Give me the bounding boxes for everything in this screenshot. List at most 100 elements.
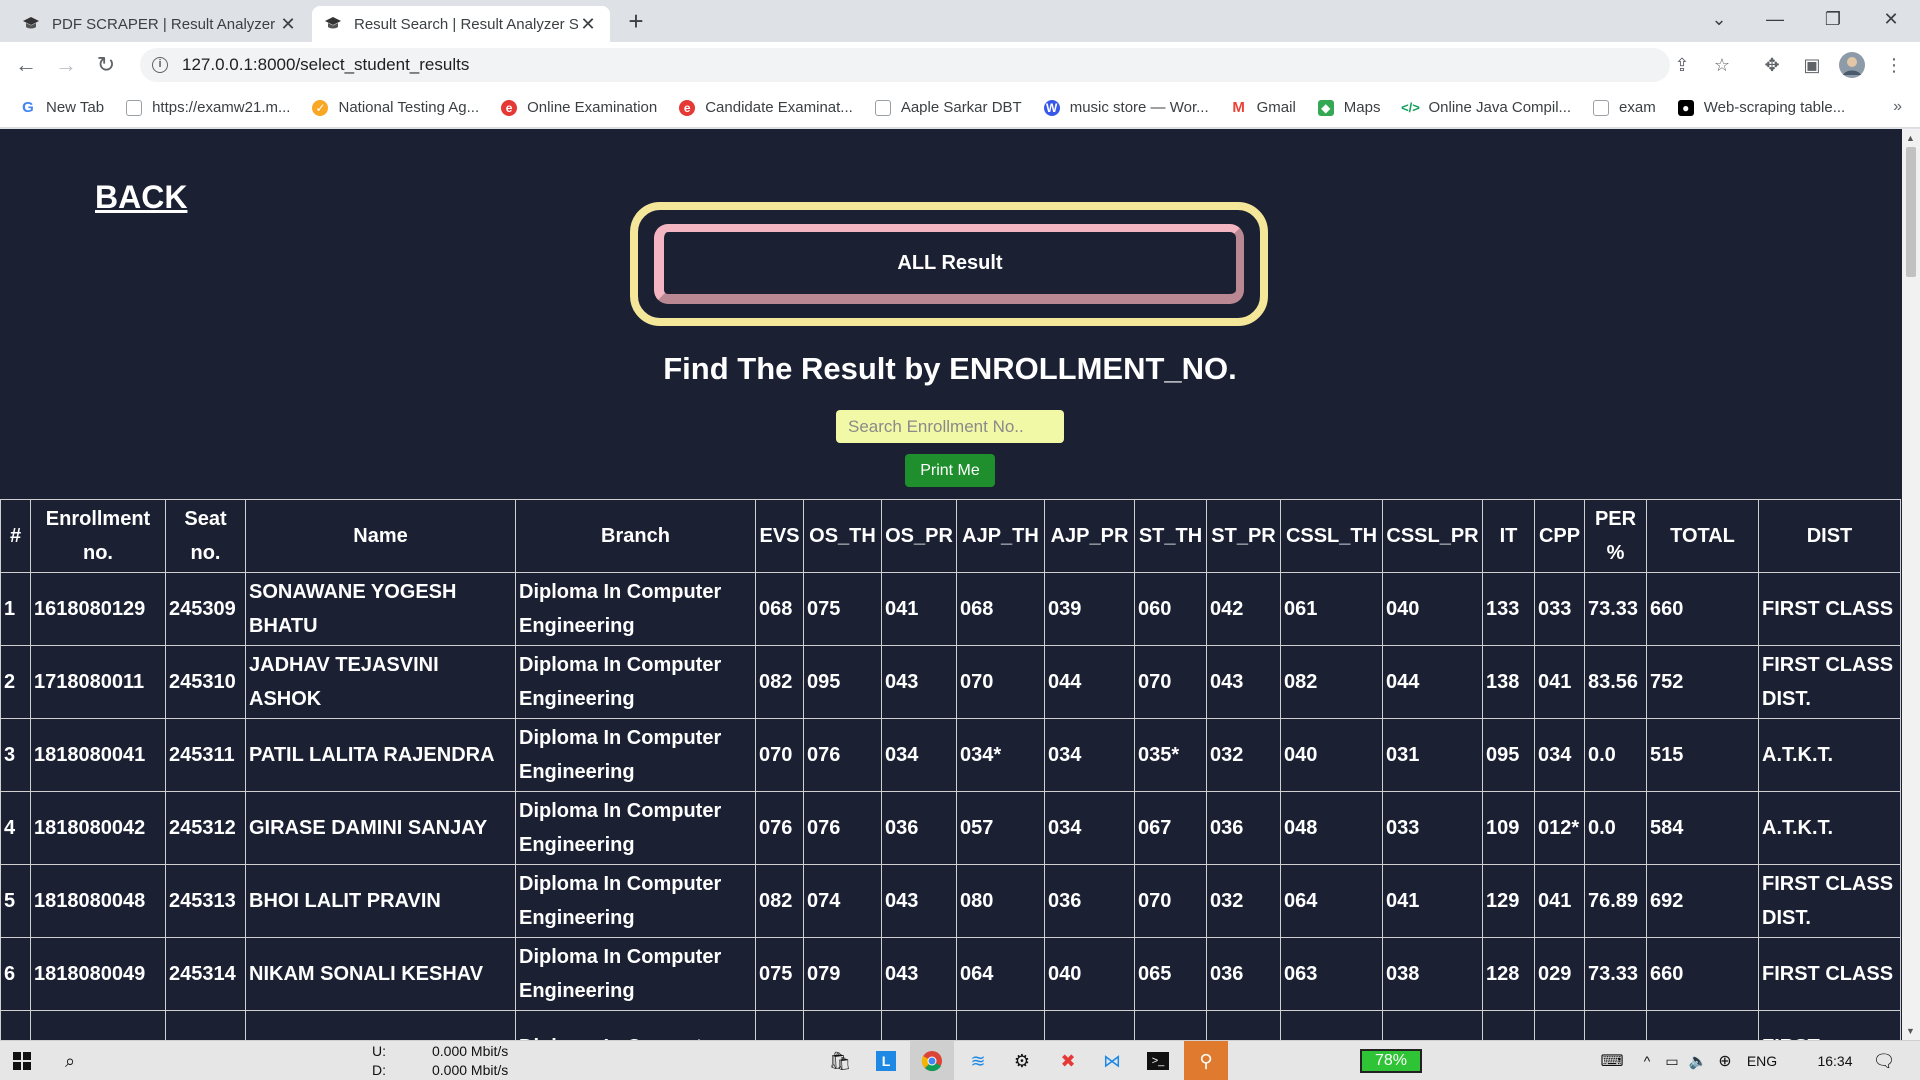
cell-dist: A.T.K.T. xyxy=(1758,791,1901,865)
scrollbar-thumb[interactable] xyxy=(1906,147,1916,277)
net-down-label: D: xyxy=(372,1062,386,1078)
cell-st_th: 060 xyxy=(1134,572,1207,646)
cell-st_pr xyxy=(1206,1010,1281,1040)
cell-seat xyxy=(165,1010,246,1040)
bookmark-label: Online Examination xyxy=(527,99,658,116)
side-panel-icon[interactable]: ▣ xyxy=(1798,51,1826,79)
extensions-puzzle-icon[interactable]: ✥ xyxy=(1758,51,1786,79)
bookmark-online-java-compiler[interactable]: </> Online Java Compil... xyxy=(1401,99,1571,116)
kebab-menu-icon[interactable]: ⋮ xyxy=(1880,51,1908,79)
gmail-icon: M xyxy=(1232,99,1245,116)
cell-st_pr: 032 xyxy=(1206,718,1281,792)
network-globe-icon[interactable]: ⊕ xyxy=(1712,1041,1738,1080)
bookmarks-bar: G New Tab https://examw21.m... ✓ Nationa… xyxy=(0,88,1920,128)
app-orange-icon[interactable]: ⚲ xyxy=(1184,1041,1228,1080)
bookmark-candidate-examination[interactable]: e Candidate Examinat... xyxy=(679,99,853,116)
scroll-down-icon[interactable]: ▼ xyxy=(1906,1026,1915,1036)
back-arrow-icon[interactable]: ← xyxy=(10,49,42,81)
keyboard-icon[interactable]: ⌨ xyxy=(1596,1041,1628,1080)
column-header-st_pr: ST_PR xyxy=(1206,499,1281,573)
cell-evs: 068 xyxy=(755,572,804,646)
cell-st_th xyxy=(1134,1010,1207,1040)
profile-avatar[interactable] xyxy=(1838,51,1866,79)
bookmark-music-store[interactable]: W music store — Wor... xyxy=(1043,99,1209,116)
column-header-total: TOTAL xyxy=(1646,499,1759,573)
cell-st_pr: 036 xyxy=(1206,937,1281,1011)
bookmark-star-icon[interactable]: ☆ xyxy=(1708,51,1736,79)
page-scrollbar[interactable]: ▲ ▼ xyxy=(1902,129,1920,1040)
chrome-icon[interactable] xyxy=(910,1041,954,1080)
cell-idx: 4 xyxy=(0,791,31,865)
cell-st_pr: 036 xyxy=(1206,791,1281,865)
restore-icon[interactable]: ❐ xyxy=(1810,0,1856,40)
cell-enroll: 1818080041 xyxy=(30,718,166,792)
cell-idx: 1 xyxy=(0,572,31,646)
reload-icon[interactable]: ↻ xyxy=(90,49,122,81)
page-icon xyxy=(874,99,891,116)
cell-cpp: 033 xyxy=(1534,572,1585,646)
bookmark-label: New Tab xyxy=(46,99,105,116)
close-tab-icon[interactable]: ✕ xyxy=(278,14,298,35)
app-l-icon[interactable]: L xyxy=(866,1041,906,1080)
bookmark-aaple-sarkar[interactable]: Aaple Sarkar DBT xyxy=(874,99,1022,116)
app-red-icon[interactable]: ✖ xyxy=(1048,1041,1088,1080)
print-button[interactable]: Print Me xyxy=(905,454,995,487)
all-result-button[interactable]: ALL Result xyxy=(654,224,1244,304)
bookmark-examw21[interactable]: https://examw21.m... xyxy=(126,99,290,116)
app-ide-icon[interactable]: ≋ xyxy=(958,1041,998,1080)
tab-search-chevron-icon[interactable]: ⌄ xyxy=(1696,0,1742,40)
vscode-icon[interactable]: ⋈ xyxy=(1092,1041,1132,1080)
cell-cssl_pr: 038 xyxy=(1382,937,1483,1011)
cell-os_pr: 043 xyxy=(881,864,957,938)
bookmark-web-scraping[interactable]: ● Web-scraping table... xyxy=(1677,99,1846,116)
column-header-ajp_pr: AJP_PR xyxy=(1044,499,1135,573)
cell-st_th: 070 xyxy=(1134,864,1207,938)
cell-evs: 076 xyxy=(755,791,804,865)
column-header-enroll: Enrollment no. xyxy=(30,499,166,573)
settings-gear-icon[interactable]: ⚙ xyxy=(1002,1041,1042,1080)
clock[interactable]: 16:34 xyxy=(1810,1041,1860,1080)
back-link[interactable]: BACK xyxy=(95,179,187,216)
table-row: 6 1818080049 245314 NIKAM SONALI KESHAV Dipl… xyxy=(0,937,1901,1011)
store-icon[interactable]: 🛍 xyxy=(820,1041,860,1080)
bookmark-gmail[interactable]: M Gmail xyxy=(1231,99,1295,116)
share-icon[interactable]: ⇪ xyxy=(1668,51,1696,79)
cell-ajp_th: 057 xyxy=(956,791,1045,865)
battery-tray-icon[interactable]: ▭ xyxy=(1660,1041,1684,1080)
cell-st_th: 067 xyxy=(1134,791,1207,865)
cell-name: JADHAV TEJASVINI ASHOK xyxy=(245,645,516,719)
close-tab-icon[interactable]: ✕ xyxy=(578,14,598,35)
cell-cssl_th: 061 xyxy=(1280,572,1383,646)
cell-os_pr: 041 xyxy=(881,572,957,646)
new-tab-plus-icon[interactable]: + xyxy=(622,6,650,36)
bookmark-exam[interactable]: exam xyxy=(1593,99,1656,116)
cell-idx: 2 xyxy=(0,645,31,719)
language-indicator[interactable]: ENG xyxy=(1742,1041,1782,1080)
cell-it: 133 xyxy=(1482,572,1535,646)
close-window-icon[interactable]: ✕ xyxy=(1868,0,1914,40)
show-hidden-icons-chevron-icon[interactable]: ^ xyxy=(1636,1041,1658,1080)
volume-icon[interactable]: 🔈 xyxy=(1686,1041,1710,1080)
windows-start-icon[interactable] xyxy=(0,1041,44,1080)
minimize-icon[interactable]: — xyxy=(1752,0,1798,40)
bookmark-online-examination[interactable]: e Online Examination xyxy=(501,99,657,116)
address-bar[interactable]: i 127.0.0.1:8000/select_student_results xyxy=(140,48,1670,82)
bookmark-label: Web-scraping table... xyxy=(1703,99,1846,116)
bookmark-nta[interactable]: ✓ National Testing Ag... xyxy=(312,99,479,116)
cell-cssl_th: 040 xyxy=(1280,718,1383,792)
battery-indicator[interactable]: 78% xyxy=(1360,1049,1422,1073)
more-bookmarks-icon[interactable]: » xyxy=(1893,98,1902,116)
site-info-icon[interactable]: i xyxy=(152,57,168,73)
terminal-icon[interactable]: >_ xyxy=(1138,1041,1178,1080)
cell-branch: Diploma In Computer Engineering xyxy=(515,645,756,719)
bookmark-maps[interactable]: ◆ Maps xyxy=(1317,99,1380,116)
search-input[interactable] xyxy=(836,410,1064,443)
tab-result-search[interactable]: Result Search | Result Analyzer S ✕ xyxy=(312,6,610,42)
bookmark-new-tab[interactable]: G New Tab xyxy=(20,99,104,116)
scroll-up-icon[interactable]: ▲ xyxy=(1906,133,1915,143)
notifications-icon[interactable]: 🗨 xyxy=(1864,1041,1904,1080)
tab-pdf-scraper[interactable]: PDF SCRAPER | Result Analyzer S ✕ xyxy=(10,6,310,42)
search-icon[interactable]: ⌕ xyxy=(48,1041,92,1080)
column-header-name: Name xyxy=(245,499,516,573)
forward-arrow-icon[interactable]: → xyxy=(50,49,82,81)
